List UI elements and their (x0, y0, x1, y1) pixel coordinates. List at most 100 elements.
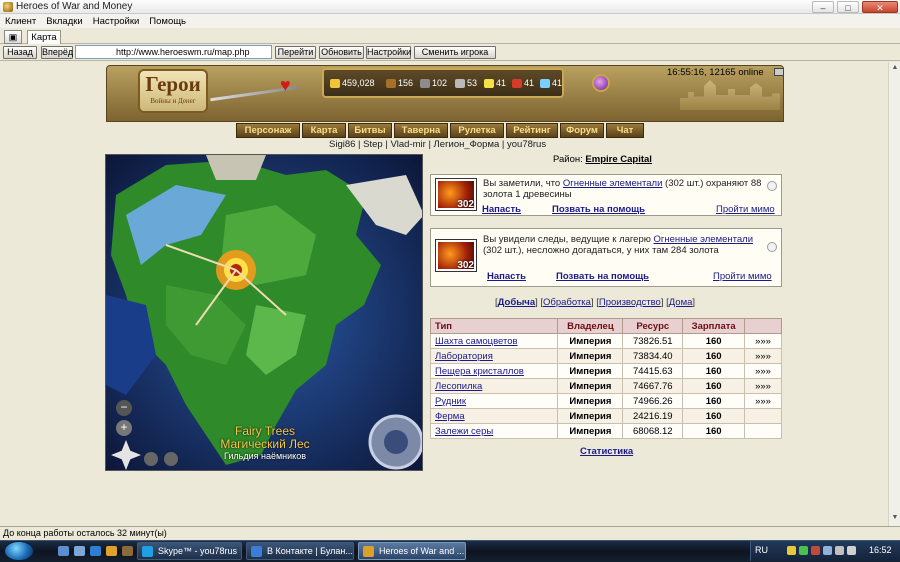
menu-bar: Клиент Вкладки Настройки Помощь (0, 14, 900, 28)
menu-client[interactable]: Клиент (5, 16, 36, 27)
back-button[interactable]: Назад (3, 46, 37, 59)
event-radio-1[interactable] (767, 181, 777, 191)
language-indicator[interactable]: RU (755, 545, 768, 555)
event-radio-2[interactable] (767, 242, 777, 252)
resource-wood: 156 (386, 78, 413, 88)
go-button[interactable]: Перейти (275, 46, 316, 59)
enter-link[interactable]: »»» (744, 348, 782, 364)
col-action (744, 318, 782, 334)
tab-houses[interactable]: Дома (669, 297, 693, 308)
network-icon[interactable] (835, 546, 844, 555)
crystal-icon (512, 78, 522, 88)
taskbar-item-vk[interactable]: В Контакте | Булан... (246, 542, 354, 560)
enter-link[interactable]: »»» (744, 393, 782, 409)
enter-link (744, 423, 782, 439)
menu-tavern[interactable]: Таверна (394, 123, 448, 138)
facility-link[interactable]: Залежи серы (435, 426, 493, 437)
resource-cell: 68068.12 (622, 423, 684, 439)
facility-link[interactable]: Лесопилка (435, 381, 482, 392)
table-row: Залежи серы Империя 68068.12 160 (429, 423, 782, 439)
volume-icon[interactable] (847, 546, 856, 555)
taskbar-item-heroes[interactable]: Heroes of War and ... (358, 542, 466, 560)
url-field[interactable]: http://www.heroeswm.ru/map.php (75, 45, 272, 59)
facility-link[interactable]: Пещера кристаллов (435, 366, 524, 377)
facility-link[interactable]: Лаборатория (435, 351, 493, 362)
settings-button[interactable]: Настройки (366, 46, 411, 59)
minimize-button[interactable]: – (812, 0, 834, 13)
ore-icon (420, 78, 430, 88)
menu-chat[interactable]: Чат (606, 123, 644, 138)
attack-link-2[interactable]: Напасть (487, 271, 526, 282)
menu-roulette[interactable]: Рулетка (450, 123, 504, 138)
attack-link-1[interactable]: Напасть (482, 204, 521, 215)
logo-subtitle: Войны и Денег (150, 97, 196, 105)
heart-icon[interactable]: ♥ (280, 76, 291, 94)
salary-cell: 160 (682, 363, 746, 379)
salary-cell: 160 (682, 378, 746, 394)
switch-windows-icon[interactable] (74, 546, 85, 556)
col-owner: Владелец (557, 318, 624, 334)
mail-icon[interactable] (774, 68, 784, 76)
tray-icon-1[interactable] (787, 546, 796, 555)
game-logo[interactable]: Герои Войны и Денег (138, 69, 208, 113)
fire-elemental-icon: 302 (435, 178, 477, 211)
close-button[interactable]: ✕ (862, 0, 898, 13)
owner-cell: Империя (557, 393, 624, 409)
tab-processing[interactable]: Обработка (543, 297, 591, 308)
tray-icon-4[interactable] (823, 546, 832, 555)
enter-link[interactable]: »»» (744, 378, 782, 394)
tray-icon-2[interactable] (799, 546, 808, 555)
forward-button[interactable]: Вперёд (41, 46, 73, 59)
sulfur-icon (484, 78, 494, 88)
pass-by-link-1[interactable]: Пройти мимо (716, 204, 775, 215)
tab-map[interactable]: Карта (27, 30, 61, 44)
tab-extraction[interactable]: Добыча (498, 297, 535, 308)
online-players[interactable]: Sigi86 | Step | Vlad-mir | Легион_Форма … (329, 139, 546, 150)
facility-link[interactable]: Ферма (435, 411, 465, 422)
owner-cell: Империя (557, 378, 624, 394)
new-tab-icon[interactable]: ▣ (4, 30, 22, 44)
vertical-scrollbar[interactable]: ▲ ▼ (888, 62, 900, 526)
menu-character[interactable]: Персонаж (236, 123, 300, 138)
statistics-link[interactable]: Статистика (580, 446, 633, 457)
menu-rating[interactable]: Рейтинг (506, 123, 558, 138)
start-button[interactable] (4, 541, 34, 561)
pass-by-link-2[interactable]: Пройти мимо (713, 271, 772, 282)
call-help-link-1[interactable]: Позвать на помощь (552, 204, 645, 215)
resource-cell: 74966.26 (622, 393, 684, 409)
district-link[interactable]: Empire Capital (585, 154, 652, 165)
menu-forum[interactable]: Форум (560, 123, 604, 138)
facility-link[interactable]: Рудник (435, 396, 466, 407)
tab-production[interactable]: Производство (599, 297, 661, 308)
menu-tabs[interactable]: Вкладки (46, 16, 82, 27)
facility-tabs: [Добыча] [Обработка] [Производство] [Дом… (495, 297, 696, 308)
scroll-down-icon[interactable]: ▼ (890, 514, 900, 524)
taskbar-item-skype[interactable]: Skype™ - you78rus (137, 542, 242, 560)
col-type: Тип (429, 318, 559, 334)
zoom-out-button[interactable]: − (116, 400, 132, 416)
ie-icon[interactable] (90, 546, 101, 556)
menu-battles[interactable]: Битвы (348, 123, 392, 138)
potion-icon[interactable] (592, 74, 610, 92)
maximize-button[interactable]: □ (837, 0, 859, 13)
world-map[interactable]: − + Fairy Trees Магический Лес Гильдия н… (105, 154, 423, 471)
table-row: Лесопилка Империя 74667.76 160 »»» (429, 378, 782, 394)
creature-link-2[interactable]: Огненные элементали (654, 234, 754, 245)
menu-settings[interactable]: Настройки (93, 16, 140, 27)
skype-icon (142, 546, 153, 557)
creature-link-1[interactable]: Огненные элементали (563, 178, 663, 189)
facility-link[interactable]: Шахта самоцветов (435, 336, 518, 347)
tray-icon-3[interactable] (811, 546, 820, 555)
enter-link[interactable]: »»» (744, 363, 782, 379)
owner-cell: Империя (557, 333, 624, 349)
scroll-up-icon[interactable]: ▲ (890, 64, 900, 74)
switch-player-button[interactable]: Сменить игрока (414, 46, 496, 59)
menu-map[interactable]: Карта (302, 123, 346, 138)
enter-link[interactable]: »»» (744, 333, 782, 349)
folder-icon[interactable] (106, 546, 117, 556)
show-desktop-icon[interactable] (58, 546, 69, 556)
refresh-button[interactable]: Обновить (319, 46, 364, 59)
menu-help[interactable]: Помощь (149, 16, 186, 27)
app-quicklaunch-icon[interactable] (122, 546, 133, 556)
call-help-link-2[interactable]: Позвать на помощь (556, 271, 649, 282)
